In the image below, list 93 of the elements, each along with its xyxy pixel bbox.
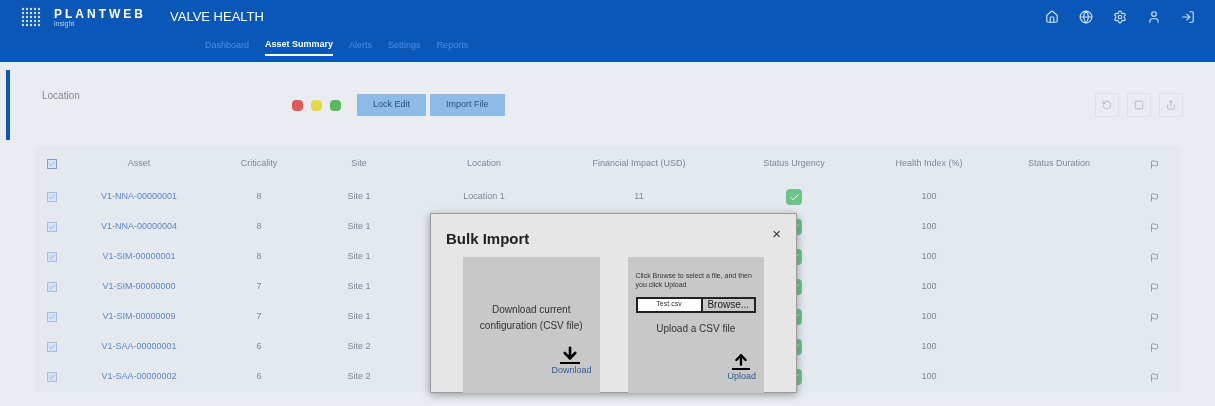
- asset-link[interactable]: V1-SAA-00000001: [69, 340, 209, 354]
- close-button[interactable]: ×: [772, 226, 781, 241]
- table-cell-text: Site 2: [346, 340, 372, 354]
- check-icon: [48, 373, 56, 381]
- column-header[interactable]: Status Urgency: [719, 157, 869, 171]
- table-cell-text: 100: [920, 280, 938, 294]
- toolbar-button[interactable]: Lock Edit: [357, 94, 427, 116]
- flag-icon: [1149, 342, 1159, 352]
- status-filter[interactable]: [311, 99, 322, 111]
- table-cell-text: 8: [255, 250, 263, 264]
- flag-icon: [1149, 282, 1159, 292]
- row-checkbox[interactable]: [47, 342, 57, 352]
- flag-icon: [1149, 312, 1159, 322]
- download-description: Download current configuration (CSV file): [478, 302, 584, 333]
- upload-icon[interactable]: [732, 351, 750, 370]
- table-cell-text: 8: [255, 220, 263, 234]
- asset-link[interactable]: V1-SIM-00000000: [69, 280, 209, 294]
- toolbar-button[interactable]: Import File: [430, 94, 505, 116]
- download-link[interactable]: Download: [551, 363, 592, 377]
- flag-icon: [1149, 159, 1159, 169]
- asset-link[interactable]: V1-NNA-00000004: [69, 220, 209, 234]
- nav-tab[interactable]: Asset Summary: [265, 38, 334, 56]
- share-icon: [1166, 100, 1176, 110]
- status-filter[interactable]: [292, 99, 303, 111]
- row-checkbox[interactable]: [47, 252, 57, 262]
- table-cell-text: Site 1: [346, 280, 372, 294]
- column-header[interactable]: Site: [309, 157, 409, 171]
- columns-button[interactable]: [1127, 93, 1151, 117]
- user-icon[interactable]: [1147, 10, 1161, 24]
- check-icon: [48, 193, 56, 201]
- column-header[interactable]: Health Index (%): [869, 157, 989, 171]
- nav-tab[interactable]: Alerts: [349, 38, 373, 56]
- reset-button[interactable]: [1095, 93, 1119, 117]
- upload-description: Upload a CSV file: [655, 321, 737, 336]
- table-cell-text: 8: [255, 190, 263, 204]
- check-icon: [48, 283, 56, 291]
- table-cell-text: 6: [255, 340, 263, 354]
- table-cell-text: 7: [255, 280, 263, 294]
- table-cell-text: 100: [920, 250, 938, 264]
- flag-icon: [1149, 222, 1159, 232]
- flag-icon: [1149, 192, 1159, 202]
- header-checkbox[interactable]: [47, 159, 57, 169]
- settings-icon[interactable]: [1113, 10, 1127, 24]
- asset-link[interactable]: V1-NNA-00000001: [69, 190, 209, 204]
- flag-icon: [1149, 252, 1159, 262]
- table-cell-text: Site 1: [346, 250, 372, 264]
- globe-icon[interactable]: [1079, 10, 1093, 24]
- table-cell-text: 100: [920, 370, 938, 384]
- dialog-title: Bulk Import: [446, 229, 530, 249]
- row-checkbox[interactable]: [47, 222, 57, 232]
- table-cell-text: Site 2: [346, 370, 372, 384]
- row-checkbox[interactable]: [47, 282, 57, 292]
- nav-tab[interactable]: Dashboard: [205, 38, 250, 56]
- status-filter[interactable]: [330, 99, 341, 111]
- upload-link[interactable]: Upload: [727, 369, 756, 383]
- app-title: VALVE HEALTH: [170, 8, 264, 27]
- table-cell-text: 7: [255, 310, 263, 324]
- square-icon: [1134, 100, 1144, 110]
- undo-icon: [1102, 100, 1112, 110]
- table-cell-text: 100: [920, 310, 938, 324]
- export-button[interactable]: [1159, 93, 1183, 117]
- table-cell-text: Location 1: [462, 190, 506, 204]
- table-cell-text: Site 1: [346, 220, 372, 234]
- row-checkbox[interactable]: [47, 372, 57, 382]
- table-cell-text: 6: [255, 370, 263, 384]
- table-cell-text: 100: [920, 190, 938, 204]
- logout-icon[interactable]: [1181, 10, 1195, 24]
- column-header[interactable]: Asset: [69, 157, 209, 171]
- table-cell-text: 100: [920, 340, 938, 354]
- table-cell-text: 100: [920, 220, 938, 234]
- check-icon: [48, 313, 56, 321]
- row-checkbox[interactable]: [47, 192, 57, 202]
- row-checkbox[interactable]: [47, 312, 57, 322]
- table-cell-text: Site 1: [346, 310, 372, 324]
- asset-link[interactable]: V1-SIM-00000009: [69, 310, 209, 324]
- column-header[interactable]: Location: [409, 157, 559, 171]
- nav-tab[interactable]: Settings: [388, 38, 421, 56]
- check-icon: [48, 343, 56, 351]
- table-cell-text: 11: [633, 190, 645, 204]
- asset-link[interactable]: V1-SAA-00000002: [69, 370, 209, 384]
- home-icon[interactable]: [1045, 10, 1059, 24]
- location-label: Location: [42, 88, 81, 103]
- logo-icon: [20, 6, 42, 28]
- column-header[interactable]: Status Duration: [989, 157, 1129, 171]
- column-header[interactable]: Criticality: [209, 157, 309, 171]
- check-icon: [48, 223, 56, 231]
- brand-name: PLANTWEB: [54, 7, 146, 20]
- table-cell-text: Site 1: [346, 190, 372, 204]
- column-header[interactable]: Financial Impact (USD): [559, 157, 719, 171]
- check-icon: [48, 253, 56, 261]
- asset-link[interactable]: V1-SIM-00000001: [69, 250, 209, 264]
- nav-tab[interactable]: Reports: [436, 38, 469, 56]
- flag-icon: [1149, 372, 1159, 382]
